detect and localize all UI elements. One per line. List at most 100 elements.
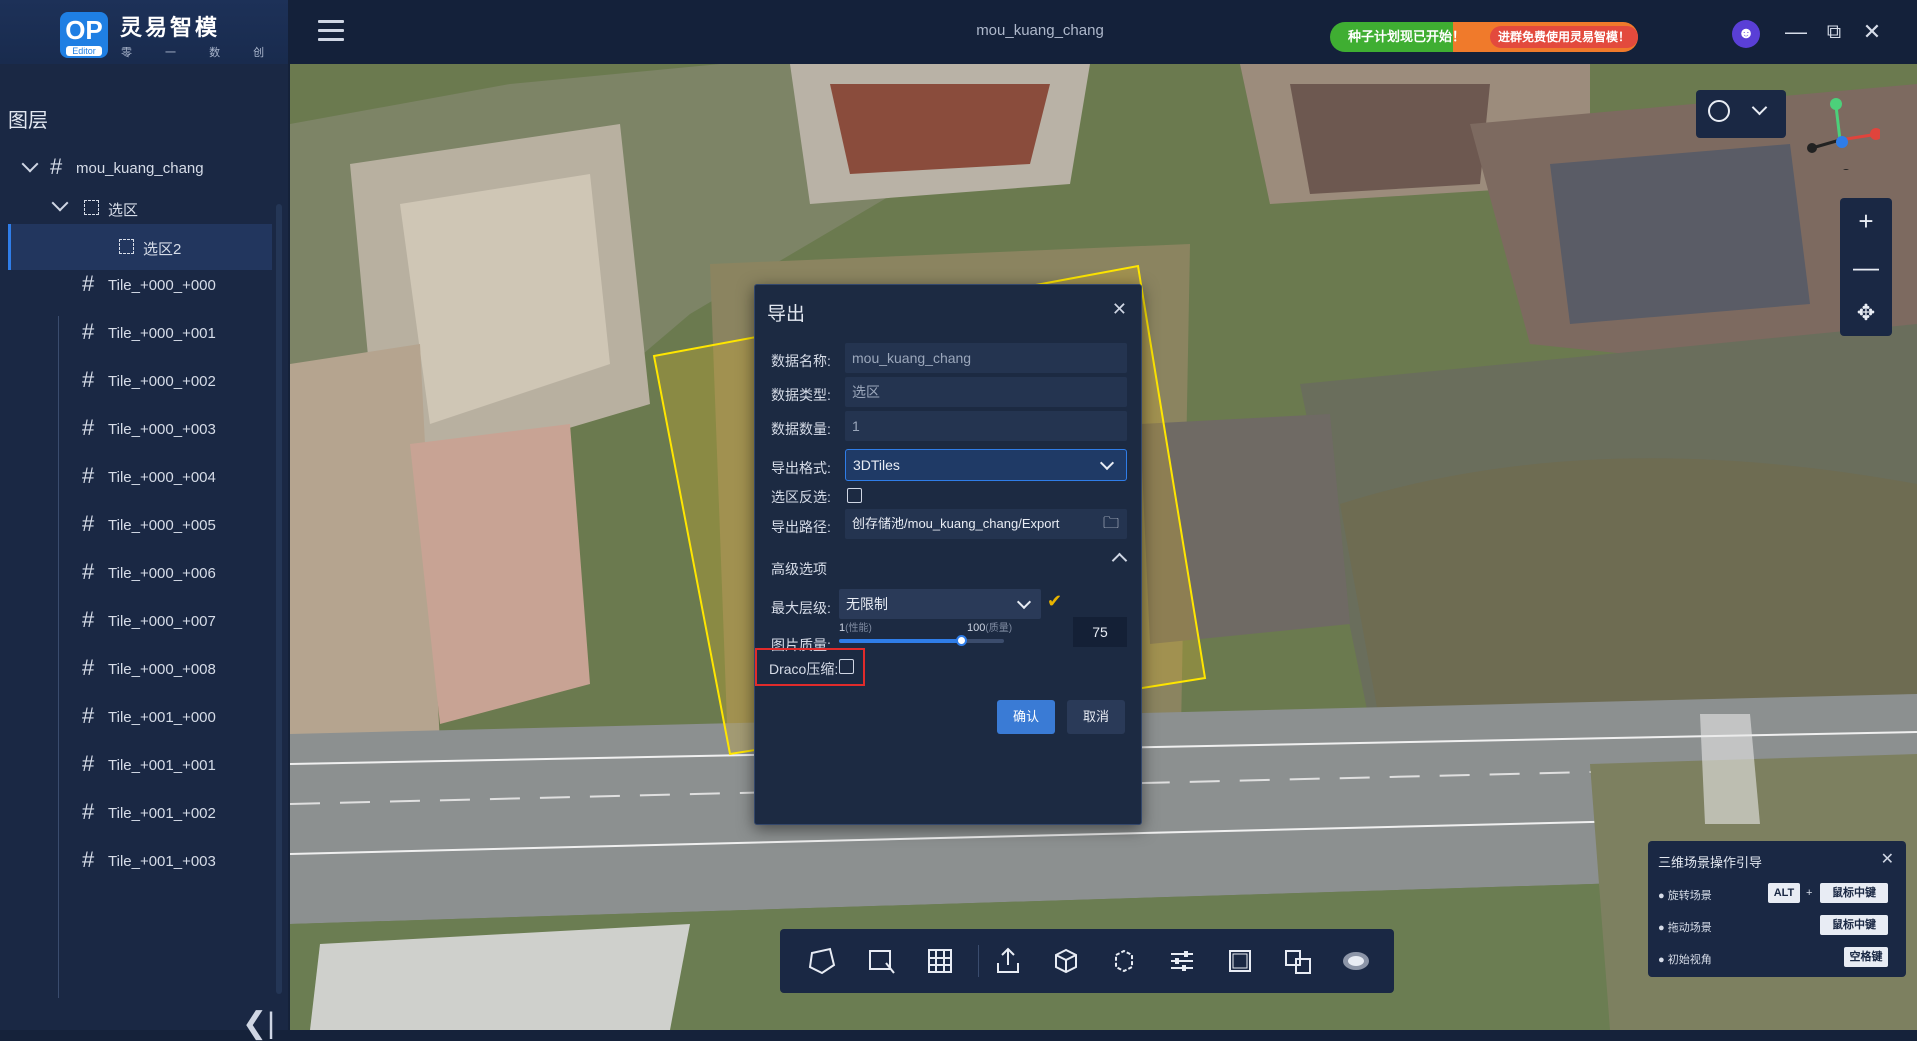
advanced-options-title: 高级选项 <box>771 561 827 577</box>
quality-min-label: 1(性能) <box>839 619 872 634</box>
cancel-button[interactable]: 取消 <box>1067 700 1125 734</box>
confirm-button[interactable]: 确认 <box>997 700 1055 734</box>
chevron-down-icon[interactable] <box>51 194 69 212</box>
format-select[interactable]: 3DTiles <box>845 449 1127 481</box>
draco-label: Draco压缩: <box>769 661 839 677</box>
hash-icon: # <box>82 367 95 392</box>
chevron-down-icon <box>1099 455 1115 471</box>
chevron-down-icon[interactable] <box>21 155 39 173</box>
hash-icon: # <box>82 607 95 632</box>
quality-slider[interactable] <box>839 635 1004 646</box>
tree-item-label: mou_kuang_chang <box>76 160 204 177</box>
app-logo: OP Editor <box>60 12 108 58</box>
tree-item-tile[interactable]: # Tile_+001_+003 <box>0 839 272 885</box>
hash-icon: # <box>82 751 95 776</box>
app-tagline: 零 一 数 创 <box>121 47 280 59</box>
tree-item-label: Tile_+001_+001 <box>108 757 216 774</box>
zoom-controls: + — ✥ <box>1840 198 1892 336</box>
promo-cta[interactable]: 进群免费使用灵易智模！ <box>1490 26 1638 48</box>
restore-window-icon[interactable]: ⧉ <box>1820 18 1848 46</box>
promo-text: 种子计划现已开始！ <box>1348 29 1466 44</box>
zoom-out-icon[interactable]: — <box>1840 244 1892 290</box>
chevron-down-icon <box>1016 594 1032 610</box>
tree-item-tile[interactable]: # Tile_+000_+008 <box>0 647 272 693</box>
close-icon[interactable]: ✕ <box>1881 849 1894 869</box>
adjust-sliders-icon[interactable] <box>1164 943 1200 979</box>
grid-icon[interactable] <box>922 943 958 979</box>
guide-row-label: 初始视角 <box>1667 954 1712 966</box>
chevron-up-icon[interactable] <box>1111 552 1128 569</box>
path-field[interactable]: 创存储池/mou_kuang_chang/Export 🗀 <box>845 509 1127 539</box>
max-level-label: 最大层级: <box>771 600 831 616</box>
check-mark-icon[interactable]: ✔ <box>1047 591 1062 612</box>
tree-item-label: Tile_+000_+001 <box>108 325 216 342</box>
plus-sign: + <box>1806 887 1813 899</box>
tree-item-tile[interactable]: # Tile_+001_+000 <box>0 695 272 741</box>
tree-item-tile[interactable]: # Tile_+001_+001 <box>0 743 272 789</box>
crop-frame-icon[interactable] <box>1222 943 1258 979</box>
tree-item-label: 选区2 <box>143 241 182 258</box>
orbit-icon[interactable] <box>1708 100 1730 122</box>
tree-item-label: Tile_+000_+008 <box>108 661 216 678</box>
hash-icon: # <box>82 511 95 536</box>
tree-item-label: Tile_+001_+000 <box>108 709 216 726</box>
tree-item-tile[interactable]: # Tile_+000_+004 <box>0 455 272 501</box>
zoom-in-icon[interactable]: + <box>1840 198 1892 244</box>
view-mode-control[interactable] <box>1696 90 1786 138</box>
tree-item-tile[interactable]: # Tile_+001_+002 <box>0 791 272 837</box>
compare-split-icon[interactable] <box>1280 943 1316 979</box>
draco-compression-checkbox[interactable] <box>839 659 854 674</box>
hash-icon: # <box>82 847 95 872</box>
tree-item-tile[interactable]: # Tile_+000_+007 <box>0 599 272 645</box>
dialog-title: 导出 <box>767 304 806 325</box>
hash-icon: # <box>82 703 95 728</box>
path-value: 创存储池/mou_kuang_chang/Export <box>852 516 1060 531</box>
sidebar-scrollbar[interactable] <box>276 204 282 994</box>
quality-slider-thumb[interactable] <box>956 635 968 646</box>
promo-banner[interactable]: 种子计划现已开始！ 进群免费使用灵易智模！ <box>1330 22 1638 52</box>
invert-selection-checkbox[interactable] <box>847 488 862 503</box>
tree-item-label: Tile_+001_+002 <box>108 805 216 822</box>
polygon-select-icon[interactable] <box>804 943 840 979</box>
path-label: 导出路径: <box>771 519 831 535</box>
toolbar-divider <box>978 945 979 977</box>
hash-icon: # <box>82 271 95 296</box>
axis-gizmo[interactable] <box>1800 90 1882 179</box>
user-avatar-icon[interactable]: ☻ <box>1732 20 1760 48</box>
hash-icon: # <box>82 799 95 824</box>
collapse-sidebar-icon[interactable]: ❮| <box>242 1006 275 1041</box>
tree-item-tile[interactable]: # Tile_+000_+005 <box>0 503 272 549</box>
tree-item-label: Tile_+000_+003 <box>108 421 216 438</box>
hamburger-menu-icon[interactable] <box>318 20 344 42</box>
quality-input[interactable]: 75 <box>1073 617 1127 647</box>
count-field: 1 <box>845 411 1127 441</box>
tree-item-tile[interactable]: # Tile_+000_+006 <box>0 551 272 597</box>
hash-icon: # <box>82 319 95 344</box>
guide-row-label: 旋转场景 <box>1667 890 1712 902</box>
bounding-box-icon[interactable] <box>1106 943 1142 979</box>
folder-icon[interactable]: 🗀 <box>1103 509 1119 539</box>
pan-icon[interactable]: ✥ <box>1840 290 1892 336</box>
quality-min-note: (性能) <box>845 623 872 634</box>
hash-icon: # <box>82 655 95 680</box>
close-icon[interactable]: ✕ <box>1112 299 1127 320</box>
point-cloud-icon[interactable] <box>1338 943 1374 979</box>
app-logo-area: OP Editor 灵易智模 零 一 数 创 <box>0 0 288 74</box>
export-dialog: 导出 ✕ 数据名称: mou_kuang_chang 数据类型: 选区 数据数量… <box>754 284 1142 825</box>
rect-select-icon[interactable] <box>864 943 900 979</box>
tree-item-tile[interactable]: # Tile_+000_+001 <box>0 311 272 357</box>
minimize-icon[interactable]: — <box>1782 18 1810 46</box>
add-model-icon[interactable] <box>1048 943 1084 979</box>
tree-item-tile[interactable]: # Tile_+000_+002 <box>0 359 272 405</box>
type-field: 选区 <box>845 377 1127 407</box>
tree-item-label: Tile_+001_+003 <box>108 853 216 870</box>
tree-item-tile[interactable]: # Tile_+000_+000 <box>0 263 272 309</box>
tree-item-tile[interactable]: # Tile_+000_+003 <box>0 407 272 453</box>
max-level-select[interactable]: 无限制 <box>839 589 1041 619</box>
guide-title: 三维场景操作引导 <box>1658 855 1763 870</box>
tree-item-label: Tile_+000_+007 <box>108 613 216 630</box>
chevron-down-icon[interactable] <box>1751 99 1768 116</box>
close-window-icon[interactable]: ✕ <box>1858 18 1886 46</box>
export-icon[interactable] <box>990 943 1026 979</box>
tree-item-label: Tile_+000_+000 <box>108 277 216 294</box>
